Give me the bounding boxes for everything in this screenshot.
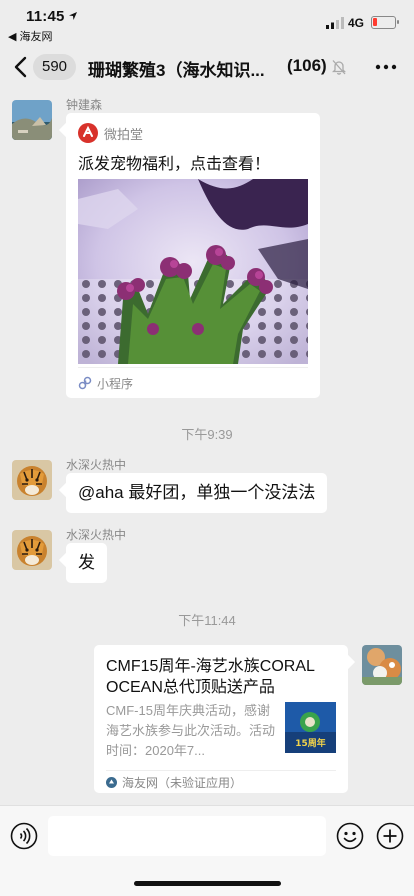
emoji-icon[interactable] xyxy=(336,822,364,850)
mini-program-source: 微拍堂 xyxy=(104,126,144,142)
link-card[interactable]: CMF15周年-海艺水族CORAL OCEAN总代顶贴送产品 CMF-15周年庆… xyxy=(94,645,348,793)
location-arrow-icon xyxy=(69,12,77,20)
avatar[interactable] xyxy=(12,100,52,140)
thumbnail-badge: 15周年 xyxy=(295,737,326,749)
mute-bell-icon xyxy=(332,60,346,75)
time-divider: 下午9:39 xyxy=(181,427,233,442)
message-input[interactable] xyxy=(48,816,326,856)
signal-icon xyxy=(326,17,344,29)
battery-icon xyxy=(371,16,399,29)
avatar[interactable] xyxy=(12,530,52,570)
plus-icon[interactable] xyxy=(376,822,404,850)
coral-image xyxy=(78,179,308,364)
mini-program-logo-icon xyxy=(78,123,98,143)
mini-program-card[interactable]: 微拍堂 派发宠物福利，点击查看！ 小程序 xyxy=(66,113,320,398)
sender-name: 钟建森 xyxy=(66,98,103,112)
link-thumbnail: 15周年 xyxy=(285,702,336,753)
link-description: CMF-15周年庆典活动，感谢海艺水族参与此次活动。活动时间：2020年7... xyxy=(106,703,276,758)
avatar[interactable] xyxy=(12,460,52,500)
chat-nav-bar: 590 珊瑚繁殖3（海水知识... (106) xyxy=(0,44,414,90)
sender-name: 水深火热中 xyxy=(66,458,127,472)
time-divider: 下午11:44 xyxy=(178,613,236,628)
status-time: 11:45 xyxy=(26,8,65,25)
back-to-app-link[interactable]: ◀ 海友网 xyxy=(8,28,53,44)
message-bubble[interactable]: 发 xyxy=(66,543,107,583)
home-indicator[interactable] xyxy=(134,881,281,886)
link-source: 海友网（未验证应用） xyxy=(122,775,243,790)
more-icon[interactable] xyxy=(375,58,397,76)
mini-program-title: 派发宠物福利，点击查看！ xyxy=(78,156,271,173)
mini-program-label: 小程序 xyxy=(97,376,134,391)
status-bar: 11:45 ◀ 海友网 4G xyxy=(0,0,414,44)
source-app-icon xyxy=(106,776,117,788)
avatar[interactable] xyxy=(362,645,402,685)
mini-program-footer: 小程序 xyxy=(78,367,308,398)
voice-icon[interactable] xyxy=(10,822,38,850)
link-title: CMF15周年-海艺水族CORAL OCEAN总代顶贴送产品 xyxy=(106,658,315,696)
message-text: @aha 最好团，单独一个没法法 xyxy=(78,483,316,502)
message-text: 发 xyxy=(78,553,95,572)
sender-name: 水深火热中 xyxy=(66,528,127,542)
member-count: (106) xyxy=(287,56,327,75)
message-bubble[interactable]: @aha 最好团，单独一个没法法 xyxy=(66,473,328,513)
mini-program-link-icon xyxy=(78,376,92,390)
unread-count-badge[interactable]: 590 xyxy=(33,54,77,80)
back-chevron-icon[interactable] xyxy=(12,55,32,79)
mini-program-header: 微拍堂 xyxy=(78,123,143,143)
network-type: 4G xyxy=(348,16,365,30)
link-footer: 海友网（未验证应用） xyxy=(106,770,336,793)
